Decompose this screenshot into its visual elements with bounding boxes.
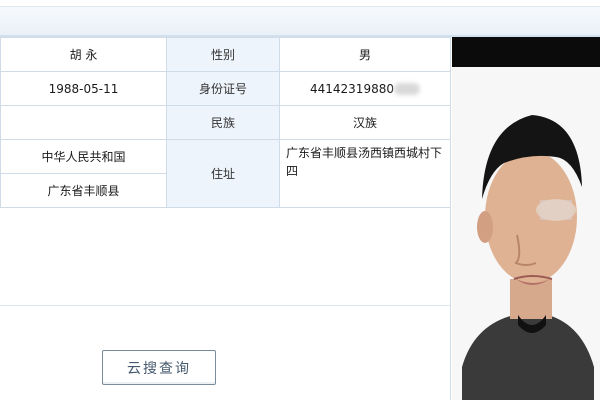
header-strip xyxy=(0,7,600,37)
name-value: 胡 永 xyxy=(69,47,98,62)
cloud-search-button[interactable]: 云搜查询 xyxy=(102,350,216,385)
top-bar xyxy=(0,0,600,7)
ethnicity-value: 汉族 xyxy=(279,105,451,140)
name-cell: 胡 永 xyxy=(0,37,167,72)
record-table: 胡 永 性别 男 1988-05-11 身份证号 44142319880 民族 … xyxy=(0,37,451,208)
table-row: 1988-05-11 身份证号 44142319880 xyxy=(0,71,451,106)
table-row: 胡 永 性别 男 xyxy=(0,37,451,72)
table-row: 中华人民共和国 住址 广东省丰顺县汤西镇西城村下四 xyxy=(0,139,451,208)
id-number-label: 身份证号 xyxy=(166,71,280,106)
birthplace-value: 广东省丰顺县 xyxy=(0,173,167,208)
address-value: 广东省丰顺县汤西镇西城村下四 xyxy=(279,139,451,208)
id-number-value: 44142319880 xyxy=(310,81,394,96)
ethnicity-label: 民族 xyxy=(166,105,280,140)
portrait-image xyxy=(462,115,594,400)
nationality-value: 中华人民共和国 xyxy=(0,139,167,174)
id-number-cell: 44142319880 xyxy=(279,71,451,106)
birth-date-value: 1988-05-11 xyxy=(0,71,167,106)
gender-value: 男 xyxy=(279,37,451,72)
gender-label: 性别 xyxy=(166,37,280,72)
id-photo xyxy=(452,37,600,400)
record-panel: 胡 永 性别 男 1988-05-11 身份证号 44142319880 民族 … xyxy=(0,37,451,400)
photo-top-band xyxy=(452,37,600,67)
address-label: 住址 xyxy=(166,139,280,208)
divider xyxy=(0,305,450,306)
redacted-mark xyxy=(393,83,420,95)
table-row: 民族 汉族 xyxy=(0,105,451,140)
empty-cell xyxy=(0,105,167,140)
